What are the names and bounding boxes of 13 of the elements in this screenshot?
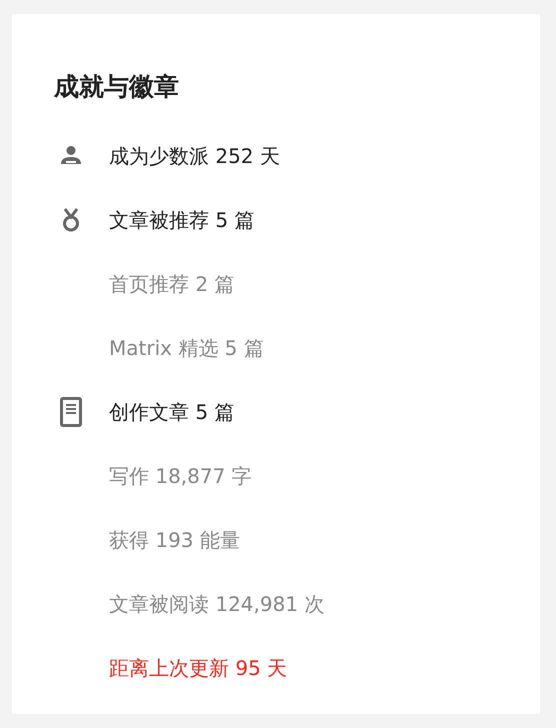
- stat-detail: 文章被阅读 124,981 次: [109, 590, 324, 618]
- person-icon: [60, 146, 82, 166]
- document-icon: [60, 397, 82, 427]
- stat-label: 文章被推荐 5 篇: [109, 206, 254, 234]
- stat-detail: Matrix 精选 5 篇: [109, 334, 264, 362]
- stat-detail: 距离上次更新 95 天: [109, 654, 288, 682]
- section-title: 成就与徽章: [54, 72, 180, 102]
- stat-detail: 写作 18,877 字: [109, 462, 252, 490]
- medal-icon: [60, 208, 80, 232]
- stat-label: 创作文章 5 篇: [109, 398, 234, 426]
- stat-detail: 首页推荐 2 篇: [109, 270, 234, 298]
- stat-label: 成为少数派 252 天: [109, 142, 280, 170]
- stat-detail: 获得 193 能量: [109, 526, 240, 554]
